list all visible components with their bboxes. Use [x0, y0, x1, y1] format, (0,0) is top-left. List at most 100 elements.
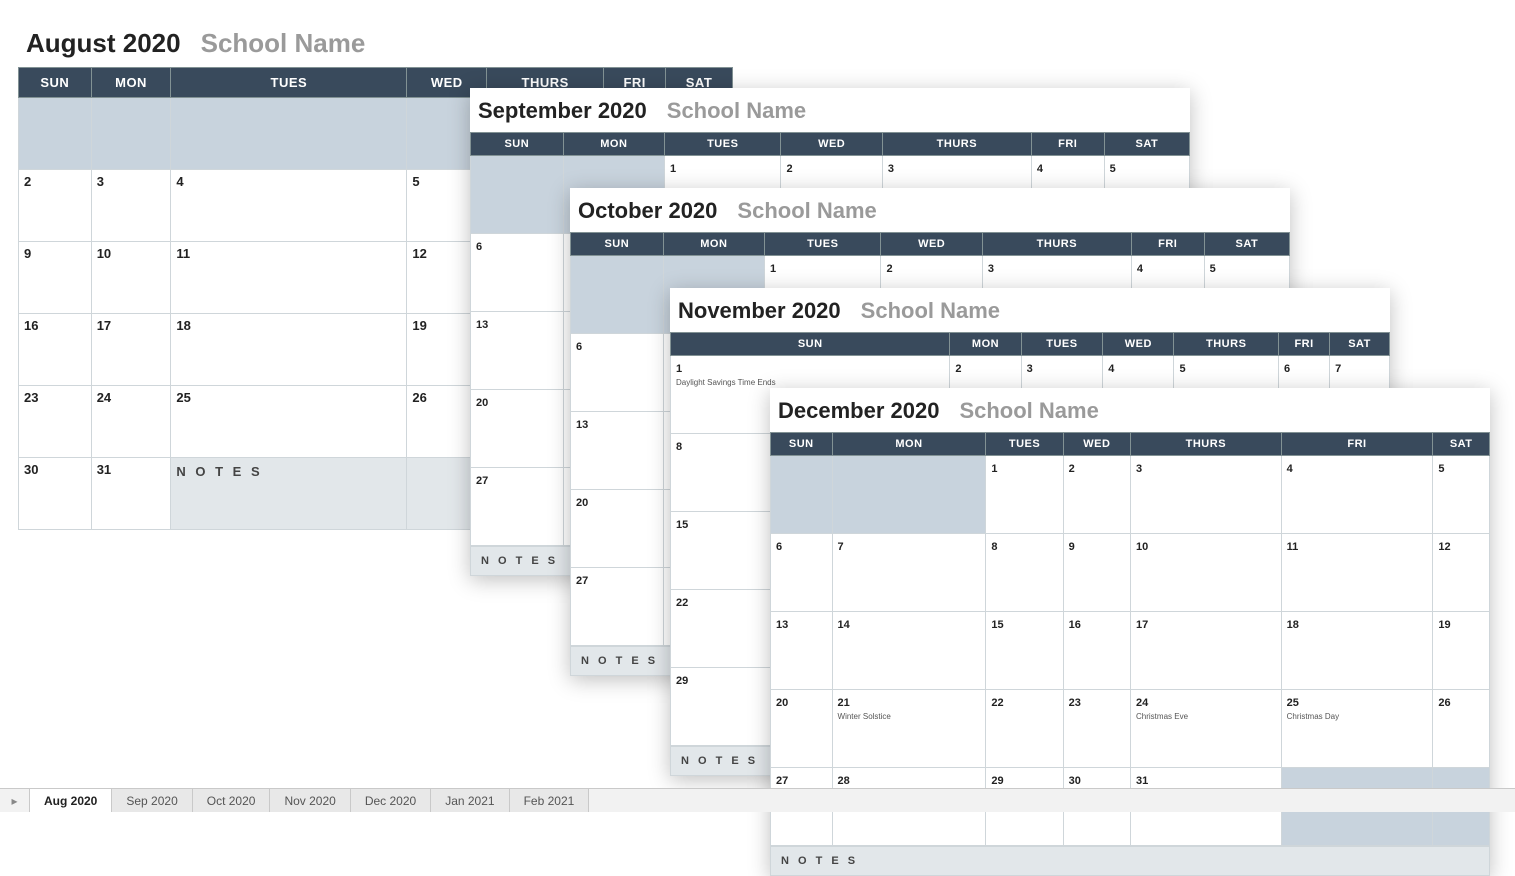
day-number: 4: [1037, 163, 1043, 175]
sheet-tab[interactable]: Feb 2021: [510, 789, 590, 812]
calendar-cell[interactable]: 6: [771, 534, 833, 612]
calendar-cell[interactable]: 23: [19, 386, 92, 458]
calendar-cell[interactable]: 15: [986, 612, 1063, 690]
calendar-cell[interactable]: 13: [571, 412, 664, 490]
calendar-cell[interactable]: 25: [171, 386, 407, 458]
day-number: 11: [176, 246, 190, 261]
calendar-cell[interactable]: 31: [91, 458, 171, 530]
day-header: TUES: [765, 233, 881, 256]
calendar-cell[interactable]: 6: [571, 334, 664, 412]
calendar-cell[interactable]: 25 Christmas Day: [1281, 690, 1433, 768]
calendar-cell[interactable]: 14: [832, 612, 986, 690]
day-header: SAT: [1104, 133, 1189, 156]
calendar-cell[interactable]: 19: [1433, 612, 1490, 690]
day-number: 6: [776, 541, 782, 553]
calendar-cell[interactable]: 26: [1433, 690, 1490, 768]
sheet-tab[interactable]: Dec 2020: [351, 789, 431, 812]
day-number: 23: [24, 390, 38, 405]
calendar-cell[interactable]: 11: [1281, 534, 1433, 612]
day-header: FRI: [1031, 133, 1104, 156]
month-title: October 2020: [578, 198, 717, 224]
tab-nav-arrow-icon[interactable]: ▸: [0, 789, 30, 812]
calendar-cell[interactable]: 6: [471, 234, 564, 312]
calendar-cell[interactable]: 27: [571, 568, 664, 646]
calendar-cell[interactable]: 17: [91, 314, 171, 386]
day-number: 3: [1027, 363, 1033, 375]
calendar-cell[interactable]: 4: [1281, 456, 1433, 534]
day-header: TUES: [665, 133, 781, 156]
day-header: SAT: [1330, 333, 1390, 356]
day-number: 24: [97, 390, 111, 405]
calendar-cell[interactable]: 20: [571, 490, 664, 568]
calendar-cell[interactable]: 2: [1063, 456, 1130, 534]
day-number: 15: [991, 619, 1003, 631]
month-title: December 2020: [778, 398, 939, 424]
day-number: 27: [776, 775, 788, 787]
calendar-cell[interactable]: 21Winter Solstice: [832, 690, 986, 768]
calendar-cell[interactable]: 7: [832, 534, 986, 612]
calendar-cell[interactable]: 11: [171, 242, 407, 314]
event-label: Christmas Day: [1287, 713, 1428, 722]
school-name: School Name: [861, 298, 1000, 324]
calendar-cell[interactable]: 5: [1433, 456, 1490, 534]
sheet-tab[interactable]: Oct 2020: [193, 789, 271, 812]
calendar-cell[interactable]: 27: [471, 468, 564, 546]
day-number: 20: [576, 497, 588, 509]
day-header: TUES: [171, 68, 407, 98]
calendar-cell[interactable]: 10: [91, 242, 171, 314]
calendar-cell[interactable]: [832, 456, 986, 534]
calendar-cell[interactable]: [771, 456, 833, 534]
calendar-cell[interactable]: 30: [19, 458, 92, 530]
day-number: 23: [1069, 697, 1081, 709]
sheet-tab[interactable]: Sep 2020: [112, 789, 192, 812]
calendar-cell[interactable]: [91, 98, 171, 170]
day-header: TUES: [1021, 333, 1103, 356]
calendar-cell[interactable]: [471, 156, 564, 234]
calendar-cell[interactable]: 3: [1131, 456, 1282, 534]
calendar-cell[interactable]: 17: [1131, 612, 1282, 690]
calendar-cell[interactable]: [19, 98, 92, 170]
calendar-cell[interactable]: 9: [19, 242, 92, 314]
calendar-cell[interactable]: [571, 256, 664, 334]
calendar-cell[interactable]: 24: [91, 386, 171, 458]
calendar-cell[interactable]: 8: [986, 534, 1063, 612]
calendar-cell[interactable]: 24Christmas Eve: [1131, 690, 1282, 768]
day-header: WED: [1063, 433, 1130, 456]
sheet-tab[interactable]: Jan 2021: [431, 789, 509, 812]
day-header: MON: [950, 333, 1021, 356]
day-number: 5: [1438, 463, 1444, 475]
day-header: MON: [563, 133, 664, 156]
day-number: 25: [1287, 697, 1299, 709]
day-number: 30: [1069, 775, 1081, 787]
calendar-cell[interactable]: 9: [1063, 534, 1130, 612]
event-label: Daylight Savings Time Ends: [676, 379, 944, 388]
calendar-cell[interactable]: 1: [986, 456, 1063, 534]
sheet-tab[interactable]: Nov 2020: [270, 789, 350, 812]
day-number: 6: [576, 341, 582, 353]
calendar-cell[interactable]: 13: [771, 612, 833, 690]
calendar-cell[interactable]: 3: [91, 170, 171, 242]
day-header: FRI: [1279, 333, 1330, 356]
calendar-cell[interactable]: 22: [986, 690, 1063, 768]
calendar-cell[interactable]: 16: [19, 314, 92, 386]
calendar-cell[interactable]: 12: [1433, 534, 1490, 612]
calendar-cell[interactable]: 16: [1063, 612, 1130, 690]
calendar-cell[interactable]: 13: [471, 312, 564, 390]
calendar-cell[interactable]: 20: [771, 690, 833, 768]
day-number: 2: [1069, 463, 1075, 475]
calendar-cell[interactable]: 4: [171, 170, 407, 242]
calendar-cell[interactable]: 10: [1131, 534, 1282, 612]
sheet-tab[interactable]: Aug 2020: [30, 789, 112, 812]
calendar-cell[interactable]: 2: [19, 170, 92, 242]
day-header: THURS: [1131, 433, 1282, 456]
calendar-cell[interactable]: 18: [171, 314, 407, 386]
calendar-cell[interactable]: 18: [1281, 612, 1433, 690]
day-number: 12: [1438, 541, 1450, 553]
day-number: 25: [176, 390, 190, 405]
day-number: 1: [676, 363, 682, 375]
notes-label: N O T E S: [770, 846, 1490, 876]
day-number: 21: [838, 697, 850, 709]
calendar-cell[interactable]: 20: [471, 390, 564, 468]
calendar-cell[interactable]: 23: [1063, 690, 1130, 768]
calendar-cell[interactable]: [171, 98, 407, 170]
